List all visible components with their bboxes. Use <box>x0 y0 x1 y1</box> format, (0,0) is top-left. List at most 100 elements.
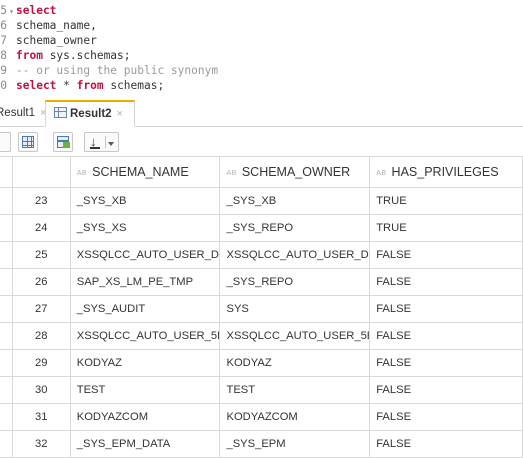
code-line[interactable]: 7 schema_owner <box>0 34 97 48</box>
schema-owner-cell[interactable]: XSSQLCC_AUTO_USER_D5D: <box>219 241 371 269</box>
line-number: 0 <box>0 79 7 92</box>
has-privileges-cell[interactable]: FALSE <box>369 268 523 296</box>
row-selector[interactable] <box>0 268 13 296</box>
table-row[interactable]: 23 _SYS_XB _SYS_XB TRUE <box>0 187 523 215</box>
line-number: 5 <box>0 4 7 17</box>
schema-name-cell[interactable]: XSSQLCC_AUTO_USER_5E2 <box>69 322 221 350</box>
filter-button[interactable] <box>53 132 73 152</box>
grid-view-button[interactable] <box>18 132 38 152</box>
code-line[interactable]: 6 schema_name, <box>0 19 97 33</box>
schema-owner-cell[interactable]: _SYS_REPO <box>219 214 371 242</box>
schema-owner-cell[interactable]: _SYS_REPO <box>219 268 371 296</box>
tab-result1-label: Result1 <box>0 107 35 119</box>
string-type-icon: AB <box>376 170 387 177</box>
fold-icon[interactable]: ▾ <box>7 5 16 19</box>
tab-result2-label: Result2 <box>70 108 112 120</box>
table-row[interactable]: 26 SAP_XS_LM_PE_TMP _SYS_REPO FALSE <box>0 268 523 296</box>
has-privileges-cell[interactable]: FALSE <box>369 295 523 323</box>
edit-button[interactable] <box>0 132 11 152</box>
has-privileges-cell[interactable]: FALSE <box>369 241 523 269</box>
table-row[interactable]: 28 XSSQLCC_AUTO_USER_5E2 XSSQLCC_AUTO_USER… <box>0 322 523 350</box>
row-number-cell[interactable]: 26 <box>11 268 71 296</box>
row-number-cell[interactable]: 23 <box>11 187 71 215</box>
sql-text: sys.schemas; <box>42 49 131 62</box>
schema-owner-cell[interactable]: XSSQLCC_AUTO_USER_5E24 <box>219 322 371 350</box>
sql-keyword: from <box>76 79 104 92</box>
has-privileges-cell[interactable]: FALSE <box>369 349 523 377</box>
table-row[interactable]: 24 _SYS_XS _SYS_REPO TRUE <box>0 214 523 242</box>
row-number-cell[interactable]: 28 <box>11 322 71 350</box>
schema-name-cell[interactable]: XSSQLCC_AUTO_USER_D5I <box>69 241 221 269</box>
row-selector[interactable] <box>0 403 13 431</box>
table-row[interactable]: 25 XSSQLCC_AUTO_USER_D5I XSSQLCC_AUTO_USER… <box>0 241 523 269</box>
table-row[interactable]: 32 _SYS_EPM_DATA _SYS_EPM FALSE <box>0 430 523 458</box>
row-number-cell[interactable]: 30 <box>11 376 71 404</box>
sql-editor[interactable]: 5 ▾ select 6 schema_name, 7 schema_owner 8 from … <box>0 0 523 96</box>
line-number: 7 <box>0 34 7 47</box>
string-type-icon: AB <box>76 170 88 177</box>
schema-name-cell[interactable]: _SYS_EPM_DATA <box>69 430 221 458</box>
filter-icon <box>57 136 70 148</box>
row-number-cell[interactable]: 29 <box>11 349 71 377</box>
has-privileges-cell[interactable]: TRUE <box>369 214 523 242</box>
line-number: 8 <box>0 49 7 62</box>
schema-name-cell[interactable]: SAP_XS_LM_PE_TMP <box>69 268 221 296</box>
code-line[interactable]: 5 ▾ select <box>0 4 56 18</box>
tab-result2-close-icon[interactable]: × <box>117 108 123 120</box>
row-selector[interactable] <box>0 214 13 242</box>
row-selector[interactable] <box>0 241 13 269</box>
column-header-schema-owner[interactable]: AB SCHEMA_OWNER <box>219 156 371 188</box>
table-row[interactable]: 30 TEST TEST FALSE <box>0 376 523 404</box>
schema-owner-cell[interactable]: KODYAZ <box>219 349 371 377</box>
row-selector[interactable] <box>0 322 13 350</box>
row-number-header <box>11 156 71 188</box>
schema-owner-cell[interactable]: _SYS_XB <box>219 187 371 215</box>
row-selector[interactable] <box>0 187 13 215</box>
row-number-cell[interactable]: 32 <box>11 430 71 458</box>
row-selector[interactable] <box>0 376 13 404</box>
grid-view-icon <box>22 136 34 148</box>
has-privileges-cell[interactable]: FALSE <box>369 430 523 458</box>
download-tray-icon <box>90 147 100 149</box>
column-header-has-privileges[interactable]: AB HAS_PRIVILEGES <box>369 156 523 188</box>
code-line[interactable]: 8 from sys.schemas; <box>0 49 131 63</box>
schema-name-cell[interactable]: _SYS_XS <box>69 214 221 242</box>
row-selector-header[interactable] <box>0 156 13 188</box>
result-grid-icon <box>54 107 67 118</box>
row-number-cell[interactable]: 24 <box>11 214 71 242</box>
row-selector[interactable] <box>0 295 13 323</box>
schema-owner-cell[interactable]: TEST <box>219 376 371 404</box>
row-number-cell[interactable]: 25 <box>11 241 71 269</box>
code-line[interactable]: 0 select * from schemas; <box>0 79 164 93</box>
schema-owner-cell[interactable]: KODYAZCOM <box>219 403 371 431</box>
column-header-schema-name[interactable]: AB SCHEMA_NAME <box>69 156 221 188</box>
row-selector[interactable] <box>0 430 13 458</box>
has-privileges-cell[interactable]: FALSE <box>369 322 523 350</box>
table-row[interactable]: 29 KODYAZ KODYAZ FALSE <box>0 349 523 377</box>
code-line[interactable]: 9 -- or using the public synonym <box>0 64 218 78</box>
schema-name-cell[interactable]: _SYS_XB <box>69 187 221 215</box>
table-row[interactable]: 31 KODYAZCOM KODYAZCOM FALSE <box>0 403 523 431</box>
schema-name-cell[interactable]: KODYAZCOM <box>69 403 221 431</box>
download-button[interactable]: ↓ <box>84 132 119 152</box>
row-number-cell[interactable]: 31 <box>11 403 71 431</box>
sql-text: schemas; <box>103 79 165 92</box>
result-tabbar: Result1 × Result2 × <box>0 100 523 127</box>
row-number-cell[interactable]: 27 <box>11 295 71 323</box>
schema-name-cell[interactable]: KODYAZ <box>69 349 221 377</box>
schema-owner-cell[interactable]: _SYS_EPM <box>219 430 371 458</box>
sql-keyword: select <box>16 79 57 92</box>
schema-name-cell[interactable]: TEST <box>69 376 221 404</box>
tab-result2[interactable]: Result2 × <box>45 100 135 127</box>
has-privileges-cell[interactable]: FALSE <box>369 376 523 404</box>
schema-owner-cell[interactable]: SYS <box>219 295 371 323</box>
has-privileges-cell[interactable]: TRUE <box>369 187 523 215</box>
chevron-down-icon[interactable] <box>108 142 114 146</box>
table-row[interactable]: 27 _SYS_AUDIT SYS FALSE <box>0 295 523 323</box>
has-privileges-cell[interactable]: FALSE <box>369 403 523 431</box>
result-toolbar: ↓ <box>0 130 523 156</box>
sql-text: schema_name, <box>16 19 97 32</box>
row-selector[interactable] <box>0 349 13 377</box>
schema-name-cell[interactable]: _SYS_AUDIT <box>69 295 221 323</box>
table-header-row: AB SCHEMA_NAME AB SCHEMA_OWNER AB HAS_PRIVI… <box>0 156 523 188</box>
